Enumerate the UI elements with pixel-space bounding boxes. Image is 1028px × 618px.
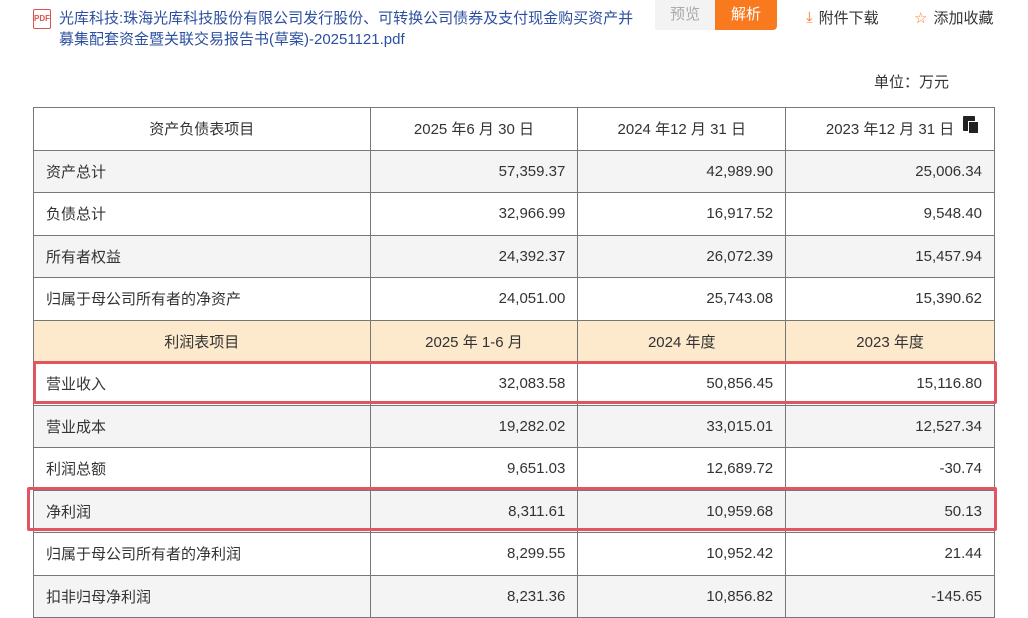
- row-label: 营业收入: [33, 362, 371, 406]
- table-row: 归属于母公司所有者的净资产 24,051.00 25,743.08 15,390.62: [33, 277, 995, 321]
- value-cell: 10,959.68: [577, 489, 787, 533]
- table-row: 营业收入 32,083.58 50,856.45 15,116.80: [33, 362, 995, 406]
- value-cell: 57,359.37: [369, 149, 579, 193]
- row-label: 所有者权益: [33, 234, 371, 278]
- value-cell: 8,299.55: [369, 532, 579, 576]
- pdf-file-icon: PDF: [33, 9, 51, 29]
- copy-icon[interactable]: [963, 116, 979, 134]
- value-cell: 50.13: [785, 489, 995, 533]
- table-row: 扣非归母净利润 8,231.36 10,856.82 -145.65: [33, 574, 995, 618]
- value-cell: 15,390.62: [785, 277, 995, 321]
- value-cell: 32,966.99: [369, 192, 579, 236]
- download-icon: ⤓: [806, 9, 813, 26]
- preview-button[interactable]: 预览: [655, 0, 715, 30]
- value-cell: 8,311.61: [369, 489, 579, 533]
- row-label: 扣非归母净利润: [33, 574, 371, 618]
- star-icon: ☆: [914, 9, 928, 27]
- value-cell: 42,989.90: [577, 149, 787, 193]
- row-label: 负债总计: [33, 192, 371, 236]
- value-cell: 24,392.37: [369, 234, 579, 278]
- favorite-label: 添加收藏: [933, 10, 994, 27]
- header-cell: 2025 年 1-6 月: [369, 319, 579, 363]
- row-label: 净利润: [33, 489, 371, 533]
- value-cell: -145.65: [785, 574, 995, 618]
- value-cell: 32,083.58: [369, 362, 579, 406]
- row-label: 营业成本: [33, 404, 371, 448]
- value-cell: -30.74: [785, 447, 995, 491]
- row-label: 归属于母公司所有者的净资产: [33, 277, 371, 321]
- header-cell: 2024 年12 月 31 日: [577, 107, 787, 151]
- value-cell: 33,015.01: [577, 404, 787, 448]
- header-cell: 2024 年度: [577, 319, 787, 363]
- financial-table: 资产负债表项目 2025 年6 月 30 日 2024 年12 月 31 日 2…: [33, 107, 995, 618]
- table-row: 所有者权益 24,392.37 26,072.39 15,457.94: [33, 234, 995, 278]
- table-row: 归属于母公司所有者的净利润 8,299.55 10,952.42 21.44: [33, 532, 995, 576]
- header-cell: 资产负债表项目: [33, 107, 371, 151]
- document-title-link[interactable]: 光库科技:珠海光库科技股份有限公司发行股份、可转换公司债券及支付现金购买资产并募…: [59, 8, 644, 50]
- table-row: 净利润 8,311.61 10,959.68 50.13: [33, 489, 995, 533]
- value-cell: 15,116.80: [785, 362, 995, 406]
- value-cell: 10,952.42: [577, 532, 787, 576]
- row-label: 利润总额: [33, 447, 371, 491]
- value-cell: 9,651.03: [369, 447, 579, 491]
- income-header-row: 利润表项目 2025 年 1-6 月 2024 年度 2023 年度: [33, 319, 995, 363]
- unit-label: 单位：万元: [874, 74, 950, 91]
- add-favorite-button[interactable]: ☆ 添加收藏: [914, 7, 993, 28]
- table-row: 资产总计 57,359.37 42,989.90 25,006.34: [33, 149, 995, 193]
- download-attachment-button[interactable]: ⤓ 附件下载: [806, 7, 879, 28]
- value-cell: 19,282.02: [369, 404, 579, 448]
- value-cell: 24,051.00: [369, 277, 579, 321]
- table-row: 负债总计 32,966.99 16,917.52 9,548.40: [33, 192, 995, 236]
- value-cell: 16,917.52: [577, 192, 787, 236]
- balance-header-row: 资产负债表项目 2025 年6 月 30 日 2024 年12 月 31 日 2…: [33, 107, 995, 151]
- parse-button[interactable]: 解析: [715, 0, 777, 30]
- value-cell: 12,689.72: [577, 447, 787, 491]
- download-label: 附件下载: [818, 10, 879, 27]
- value-cell: 12,527.34: [785, 404, 995, 448]
- value-cell: 25,743.08: [577, 277, 787, 321]
- value-cell: 9,548.40: [785, 192, 995, 236]
- header-cell: 利润表项目: [33, 319, 371, 363]
- header-cell: 2025 年6 月 30 日: [369, 107, 579, 151]
- value-cell: 50,856.45: [577, 362, 787, 406]
- value-cell: 10,856.82: [577, 574, 787, 618]
- value-cell: 25,006.34: [785, 149, 995, 193]
- table-row: 营业成本 19,282.02 33,015.01 12,527.34: [33, 404, 995, 448]
- value-cell: 26,072.39: [577, 234, 787, 278]
- row-label: 资产总计: [33, 149, 371, 193]
- header-cell: 2023 年度: [785, 319, 995, 363]
- value-cell: 15,457.94: [785, 234, 995, 278]
- value-cell: 8,231.36: [369, 574, 579, 618]
- row-label: 归属于母公司所有者的净利润: [33, 532, 371, 576]
- value-cell: 21.44: [785, 532, 995, 576]
- table-row: 利润总额 9,651.03 12,689.72 -30.74: [33, 447, 995, 491]
